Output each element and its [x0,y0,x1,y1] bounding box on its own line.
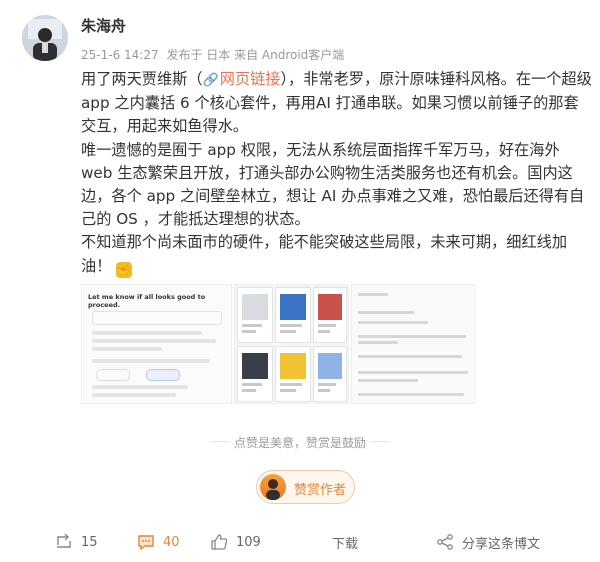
like-button[interactable]: 109 [210,530,261,554]
product-card [275,287,311,343]
image-line [358,335,466,338]
like-count: 109 [236,534,261,550]
image-line [92,393,176,397]
divider-line [370,441,390,442]
comment-icon [137,533,155,551]
image-line [358,355,462,358]
share-label: 分享这条博文 [462,536,541,552]
paragraph-2: 唯一遗憾的是囿于 app 权限，无法从系统层面指挥千军万马，好在海外 web 生… [81,140,585,229]
product-card [275,346,311,402]
image-chip [146,369,180,381]
image-caption: Let me know if all looks good to proceed… [88,293,206,309]
comment-button[interactable]: 40 [137,530,180,554]
post-body: 用了两天贾维斯（🔗网页链接），非常老罗，原汁原味锤科风格。在一个超级app 之内… [81,68,593,301]
author-name[interactable]: 朱海舟 [81,15,126,36]
reward-label: 赞赏作者 [294,483,347,498]
image-field [92,311,222,325]
product-card [313,287,347,343]
post-image-3[interactable] [351,284,475,404]
share-icon [436,533,454,551]
image-line [358,311,414,314]
avatar[interactable] [22,15,68,61]
post-time[interactable]: 25-1-6 14:27 [81,48,159,62]
image-chip [96,369,130,381]
download-label: 下载 [332,536,359,552]
post-meta: 25-1-6 14:27 发布于 日本 来自 Android客户端 [81,46,344,63]
image-line [358,371,468,374]
image-line [92,347,162,351]
image-line [92,359,210,363]
download-button[interactable]: 下载 [332,530,358,554]
image-line [358,379,418,382]
repost-count: 15 [81,534,98,550]
share-button[interactable]: 分享这条博文 [436,530,540,554]
image-line [358,293,388,296]
like-icon [210,533,228,551]
product-card [237,346,273,402]
reward-avatar [260,474,286,500]
paragraph-3: 不知道那个尚未面市的硬件，能不能突破这些局限，未来可期，细红线加油！ ✊ [81,233,567,278]
action-bar: 15 40 109 下载 分享这条博文 [0,527,600,557]
product-card [237,287,273,343]
post-source: 发布于 日本 来自 Android客户端 [166,48,345,62]
image-line [92,385,188,389]
post-image-2[interactable] [234,284,349,404]
link-icon: 🔗 [202,73,219,88]
image-line [92,339,216,343]
product-card [313,346,347,402]
reward-divider-text: 点赞是美意，赞赏是鼓励 [233,436,366,450]
reward-author-button[interactable]: 赞赏作者 [256,470,355,504]
paragraph-1: 用了两天贾维斯（🔗网页链接），非常老罗，原汁原味锤科风格。在一个超级app 之内… [81,70,592,136]
image-line [358,321,428,324]
post-image-1[interactable]: Let me know if all looks good to proceed… [81,284,232,404]
web-link[interactable]: 🔗网页链接 [203,70,281,88]
image-gallery: Let me know if all looks good to proceed… [81,284,475,404]
repost-icon [55,533,73,551]
image-line [358,341,398,344]
muscle-emoji: ✊ [116,261,133,278]
image-line [358,393,464,396]
repost-button[interactable]: 15 [55,530,98,554]
image-line [92,331,202,335]
comment-count: 40 [163,534,180,550]
